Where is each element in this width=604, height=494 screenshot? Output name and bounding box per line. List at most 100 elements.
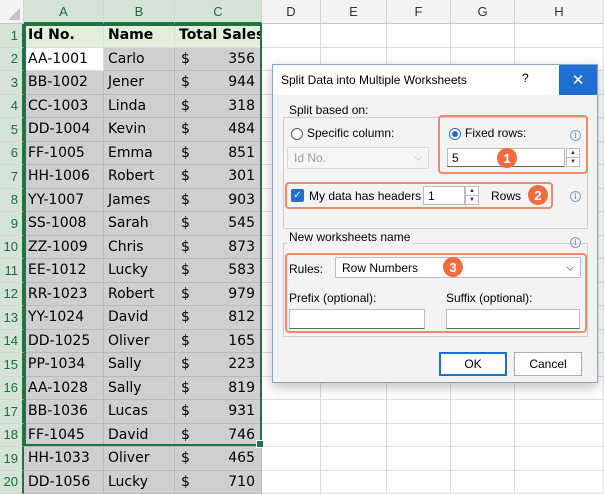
cell-name[interactable]: Robert: [104, 165, 175, 189]
empty-cell[interactable]: [451, 400, 515, 424]
specific-column-select[interactable]: Id No. ⌵: [287, 147, 429, 169]
column-header-a[interactable]: A: [24, 0, 104, 24]
row-header-6[interactable]: 6: [0, 142, 24, 166]
cell-id[interactable]: BB-1002: [24, 71, 104, 95]
row-header-17[interactable]: 17: [0, 400, 24, 424]
cell-name[interactable]: Sarah: [104, 212, 175, 236]
cell-sales[interactable]: $710: [175, 471, 262, 494]
column-header-d[interactable]: D: [262, 0, 321, 24]
empty-cell[interactable]: [515, 424, 604, 448]
cell-id[interactable]: CC-1003: [24, 95, 104, 119]
row-header-10[interactable]: 10: [0, 236, 24, 260]
row-header-19[interactable]: 19: [0, 447, 24, 471]
column-header-e[interactable]: E: [321, 0, 387, 24]
row-header-9[interactable]: 9: [0, 212, 24, 236]
cell-name[interactable]: David: [104, 306, 175, 330]
column-header-g[interactable]: G: [451, 0, 515, 24]
row-header-4[interactable]: 4: [0, 95, 24, 119]
row-header-2[interactable]: 2: [0, 48, 24, 72]
dialog-titlebar[interactable]: Split Data into Multiple Worksheets ? ✕: [273, 65, 597, 95]
fixed-rows-info-icon[interactable]: i: [570, 130, 581, 141]
row-header-1[interactable]: 1: [0, 24, 24, 48]
empty-cell[interactable]: [515, 447, 604, 471]
cell-id[interactable]: RR-1023: [24, 283, 104, 307]
row-header-13[interactable]: 13: [0, 306, 24, 330]
fixed-rows-radio[interactable]: [449, 128, 461, 140]
spin-down-icon[interactable]: ▼: [466, 196, 478, 205]
empty-cell[interactable]: [262, 447, 321, 471]
cell-id[interactable]: DD-1056: [24, 471, 104, 494]
cell-id[interactable]: DD-1025: [24, 330, 104, 354]
cell-name-header[interactable]: Name: [104, 24, 175, 48]
cell-id-header[interactable]: Id No.: [24, 24, 104, 48]
spin-down-icon[interactable]: ▼: [567, 158, 579, 167]
empty-cell[interactable]: [387, 471, 451, 494]
empty-cell[interactable]: [262, 471, 321, 494]
cell-id[interactable]: YY-1024: [24, 306, 104, 330]
cell-sales[interactable]: $318: [175, 95, 262, 119]
cell-id[interactable]: ZZ-1009: [24, 236, 104, 260]
cell-id[interactable]: HH-1006: [24, 165, 104, 189]
column-header-f[interactable]: F: [387, 0, 451, 24]
cell-id[interactable]: SS-1008: [24, 212, 104, 236]
cell-id[interactable]: BB-1036: [24, 400, 104, 424]
row-header-11[interactable]: 11: [0, 259, 24, 283]
cell-name[interactable]: James: [104, 189, 175, 213]
cell-id[interactable]: PP-1034: [24, 353, 104, 377]
row-header-3[interactable]: 3: [0, 71, 24, 95]
specific-column-radio[interactable]: [291, 128, 303, 140]
row-header-5[interactable]: 5: [0, 118, 24, 142]
cell-name[interactable]: Jener: [104, 71, 175, 95]
ok-button[interactable]: OK: [439, 352, 507, 376]
cell-id[interactable]: EE-1012: [24, 259, 104, 283]
cell-sales[interactable]: $746: [175, 424, 262, 448]
cell-name[interactable]: David: [104, 424, 175, 448]
cell-sales[interactable]: $819: [175, 377, 262, 401]
cell-name[interactable]: Linda: [104, 95, 175, 119]
cell-sales[interactable]: $545: [175, 212, 262, 236]
empty-cell[interactable]: [387, 400, 451, 424]
fixed-rows-spinner[interactable]: ▲ ▼: [566, 148, 580, 167]
empty-cell[interactable]: [451, 424, 515, 448]
select-all-corner[interactable]: [0, 0, 24, 24]
headers-spinner[interactable]: ▲ ▼: [465, 186, 479, 205]
cell-sales-header[interactable]: Total Sales: [175, 24, 262, 48]
prefix-input[interactable]: [289, 309, 425, 329]
empty-cell[interactable]: [451, 471, 515, 494]
cell-sales[interactable]: $944: [175, 71, 262, 95]
cell-name[interactable]: Lucky: [104, 259, 175, 283]
column-header-h[interactable]: H: [515, 0, 604, 24]
cell-id[interactable]: FF-1005: [24, 142, 104, 166]
cell-name[interactable]: Sally: [104, 353, 175, 377]
cell-id[interactable]: HH-1033: [24, 447, 104, 471]
empty-cell[interactable]: [451, 447, 515, 471]
headers-info-icon[interactable]: i: [570, 191, 581, 202]
cell-sales[interactable]: $903: [175, 189, 262, 213]
cell-sales[interactable]: $356: [175, 48, 262, 72]
suffix-input[interactable]: [446, 309, 580, 329]
cell-sales[interactable]: $223: [175, 353, 262, 377]
cell-sales[interactable]: $979: [175, 283, 262, 307]
active-cell[interactable]: AA-1001: [24, 48, 104, 72]
cell-name[interactable]: Sally: [104, 377, 175, 401]
row-header-8[interactable]: 8: [0, 189, 24, 213]
cell-id[interactable]: AA-1028: [24, 377, 104, 401]
cell-name[interactable]: Carlo: [104, 48, 175, 72]
cell-sales[interactable]: $165: [175, 330, 262, 354]
cell-sales[interactable]: $583: [175, 259, 262, 283]
headers-checkbox[interactable]: ✓: [291, 189, 304, 202]
row-header-16[interactable]: 16: [0, 377, 24, 401]
empty-cell[interactable]: [515, 471, 604, 494]
help-button[interactable]: ?: [522, 71, 529, 85]
empty-cell[interactable]: [387, 447, 451, 471]
row-header-20[interactable]: 20: [0, 471, 24, 494]
empty-cell[interactable]: [515, 24, 604, 48]
cell-sales[interactable]: $873: [175, 236, 262, 260]
empty-cell[interactable]: [387, 424, 451, 448]
empty-cell[interactable]: [515, 400, 604, 424]
empty-cell[interactable]: [262, 424, 321, 448]
empty-cell[interactable]: [321, 424, 387, 448]
column-header-c[interactable]: C: [175, 0, 262, 24]
cell-name[interactable]: Oliver: [104, 447, 175, 471]
cell-sales[interactable]: $301: [175, 165, 262, 189]
